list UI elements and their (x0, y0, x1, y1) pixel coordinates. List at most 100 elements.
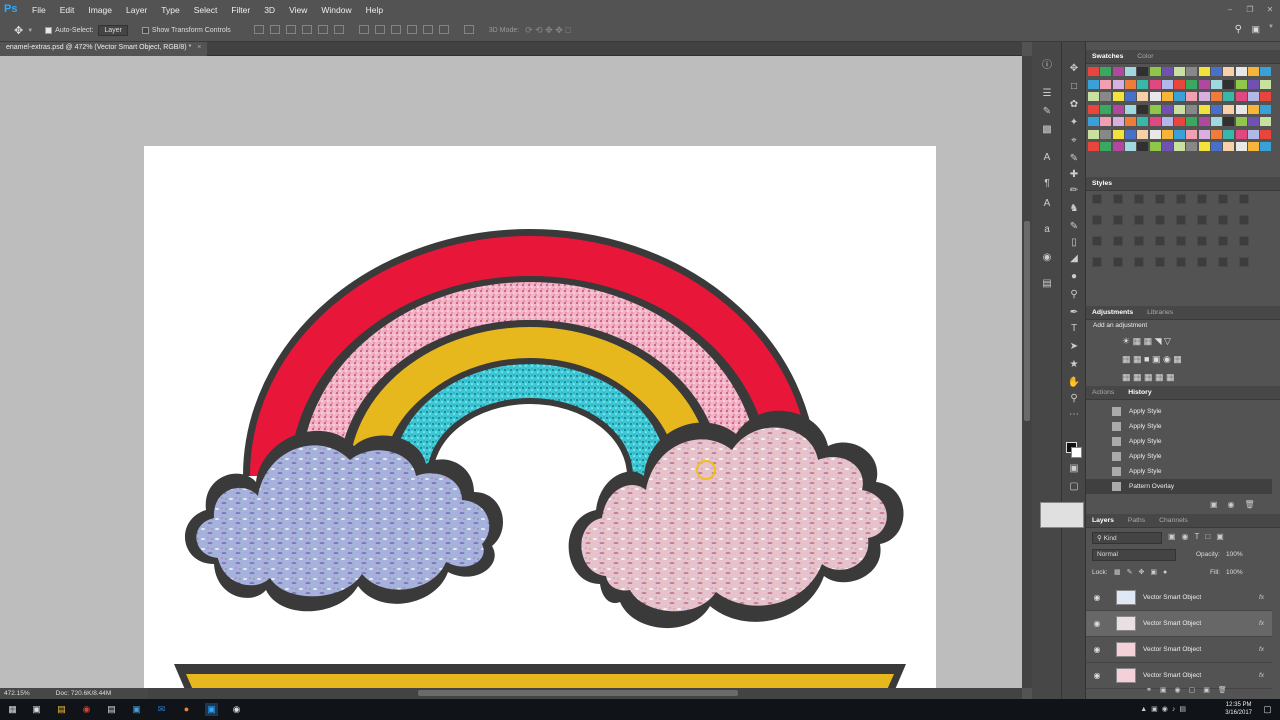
color-swatch[interactable] (1088, 67, 1099, 76)
chrome-icon[interactable]: ◉ (80, 703, 93, 716)
color-swatch[interactable] (1198, 79, 1210, 89)
color-swatch[interactable] (1161, 92, 1173, 101)
history-footer-buttons[interactable]: ▣◉🗑 (1210, 500, 1265, 509)
blend-mode-select[interactable]: Normal (1092, 549, 1176, 561)
style-preset[interactable] (1155, 236, 1165, 246)
notepad-icon[interactable]: ▤ (105, 703, 118, 716)
distribute-right-icon[interactable] (438, 25, 449, 34)
tool-preset-chevron-icon[interactable]: ▼ (27, 28, 33, 34)
layer-fx-icon[interactable]: fx (1259, 620, 1264, 627)
color-swatch[interactable] (1112, 129, 1124, 139)
color-swatch[interactable] (1149, 142, 1161, 151)
color-swatch[interactable] (1260, 67, 1272, 76)
color-swatch[interactable] (1088, 129, 1099, 139)
color-swatch[interactable] (1161, 142, 1173, 151)
color-swatch[interactable] (1223, 142, 1235, 151)
style-preset[interactable] (1134, 236, 1144, 246)
crop-tool-icon[interactable]: ⌖ (1067, 134, 1081, 148)
color-swatch[interactable] (1088, 142, 1099, 151)
notifications-icon[interactable]: ▢ (1261, 703, 1274, 716)
move-tool-icon[interactable]: ✥ (1067, 62, 1081, 76)
style-preset[interactable] (1176, 257, 1186, 267)
color-swatch[interactable] (1186, 67, 1198, 76)
color-swatch[interactable] (1174, 104, 1186, 114)
color-swatch[interactable] (1198, 92, 1210, 101)
color-swatch[interactable] (1260, 129, 1272, 139)
color-swatch[interactable] (1260, 142, 1272, 151)
healing-brush-icon[interactable]: ✚ (1067, 168, 1081, 182)
paint-bucket-icon[interactable]: ◢ (1067, 252, 1081, 266)
color-swatch[interactable] (1235, 117, 1247, 126)
history-item[interactable]: Apply Style (1086, 464, 1272, 479)
tab-channels[interactable]: Channels (1153, 514, 1194, 524)
distribute-bottom-icon[interactable] (390, 25, 401, 34)
color-swatch[interactable] (1100, 67, 1112, 76)
color-swatch[interactable] (1088, 104, 1099, 114)
style-preset[interactable] (1218, 257, 1228, 267)
color-swatch[interactable] (1186, 142, 1198, 151)
color-swatch[interactable] (1223, 104, 1235, 114)
history-item[interactable]: Apply Style (1086, 419, 1272, 434)
color-swatch[interactable] (1247, 117, 1259, 126)
eyedropper-icon[interactable]: ✎ (1067, 152, 1081, 166)
task-view-icon[interactable]: ▣ (30, 703, 43, 716)
color-swatch[interactable] (1149, 129, 1161, 139)
styles-grid[interactable] (1092, 194, 1272, 284)
info-icon[interactable]: ⓘ (1041, 60, 1053, 72)
color-swatch[interactable] (1186, 79, 1198, 89)
color-swatch[interactable] (1174, 79, 1186, 89)
color-swatch[interactable] (1100, 117, 1112, 126)
glyphs-icon[interactable]: A (1041, 198, 1053, 210)
tab-swatches[interactable]: Swatches (1086, 50, 1129, 60)
lock-icons[interactable]: ▦✎✥▣● (1114, 568, 1173, 576)
style-preset[interactable] (1092, 236, 1102, 246)
color-swatch[interactable] (1198, 67, 1210, 76)
color-swatch[interactable] (1235, 67, 1247, 76)
tab-paths[interactable]: Paths (1122, 514, 1151, 524)
type-tool-icon[interactable]: T (1067, 322, 1081, 336)
color-swatch[interactable] (1137, 129, 1149, 139)
restore-icon[interactable]: ❐ (1240, 5, 1260, 14)
layer-fx-icon[interactable]: fx (1259, 672, 1264, 679)
color-swatch[interactable] (1223, 67, 1235, 76)
clone-stamp-icon[interactable]: ♞ (1067, 202, 1081, 216)
style-preset[interactable] (1218, 194, 1228, 204)
tab-styles[interactable]: Styles (1086, 177, 1118, 187)
photoshop-taskbar-icon[interactable]: ▣ (205, 703, 218, 716)
character-icon[interactable]: A (1041, 152, 1053, 164)
history-item[interactable]: Apply Style (1086, 449, 1272, 464)
menu-window[interactable]: Window (315, 5, 359, 15)
move-tool-icon[interactable]: ✥ (14, 24, 23, 37)
align-vcenter-icon[interactable] (269, 25, 280, 34)
style-preset[interactable] (1155, 215, 1165, 225)
color-swatch[interactable] (1088, 117, 1099, 126)
color-swatch[interactable] (1161, 79, 1173, 89)
tab-libraries[interactable]: Libraries (1141, 306, 1179, 316)
layer-row[interactable]: ◉ Vector Smart Object fx (1086, 585, 1272, 611)
layer-kind-filter[interactable]: ⚲ Kind (1092, 532, 1162, 544)
quick-mask-icon[interactable]: ▣ (1067, 462, 1081, 476)
workspace-chevron-icon[interactable]: ▼ (1268, 24, 1274, 30)
color-swatch[interactable] (1100, 92, 1112, 101)
color-swatch[interactable] (1149, 67, 1161, 76)
dodge-tool-icon[interactable]: ⚲ (1067, 288, 1081, 302)
align-bottom-icon[interactable] (285, 25, 296, 34)
color-swatch[interactable] (1112, 117, 1124, 126)
minimize-icon[interactable]: – (1220, 5, 1240, 14)
color-swatch[interactable] (1100, 104, 1112, 114)
color-swatch[interactable] (1174, 92, 1186, 101)
color-swatch[interactable] (1247, 92, 1259, 101)
distribute-top-icon[interactable] (358, 25, 369, 34)
color-swatch[interactable] (1137, 142, 1149, 151)
color-swatch[interactable] (1235, 79, 1247, 89)
color-swatch[interactable] (1260, 117, 1272, 126)
color-swatch[interactable] (1112, 67, 1124, 76)
style-preset[interactable] (1092, 257, 1102, 267)
style-preset[interactable] (1176, 194, 1186, 204)
character-styles-icon[interactable]: a (1041, 224, 1053, 236)
app-icon[interactable]: ▣ (130, 703, 143, 716)
menu-3d[interactable]: 3D (258, 5, 283, 15)
color-swatch[interactable] (1223, 117, 1235, 126)
horizontal-scroll-thumb[interactable] (418, 690, 738, 696)
pen-tool-icon[interactable]: ✒ (1067, 306, 1081, 320)
